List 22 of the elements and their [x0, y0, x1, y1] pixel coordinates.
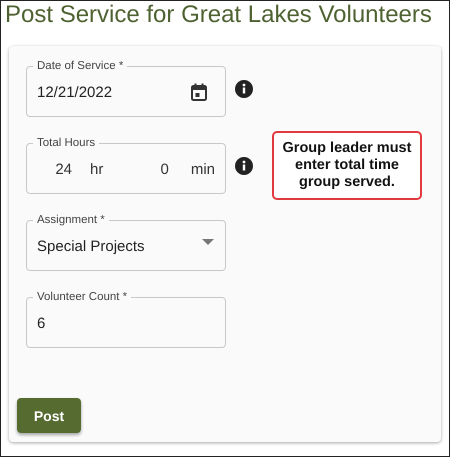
info-icon[interactable]	[235, 80, 253, 98]
field-label: Total Hours	[36, 137, 96, 149]
hours-field[interactable]: Total Hours 24 hr 0 min	[26, 137, 226, 194]
input-field[interactable]: Date of Service * 12/21/2022	[26, 60, 226, 117]
assignment-dropdown[interactable]: Assignment * Special Projects	[26, 214, 226, 271]
hours-value: 24	[55, 160, 72, 178]
unit-label: hr	[90, 160, 104, 178]
info-icon[interactable]	[235, 156, 253, 174]
page-title: Post Service for Great Lakes Volunteers	[5, 1, 433, 30]
field-label: Volunteer Count *	[36, 291, 128, 303]
dropdown-caret-icon[interactable]	[202, 239, 214, 245]
post-button[interactable]: Post	[17, 398, 81, 433]
field-value: 6	[37, 314, 46, 332]
input-field[interactable]: Volunteer Count * 6	[26, 291, 226, 348]
field-value: Special Projects	[37, 238, 145, 254]
calendar-icon[interactable]	[191, 83, 207, 101]
field-label: Date of Service *	[36, 60, 124, 72]
minutes-value: 0	[160, 160, 169, 178]
field-value: 12/21/2022	[37, 84, 112, 100]
unit-label: min	[190, 160, 215, 178]
field-label: Assignment *	[36, 214, 106, 226]
callout-note: Group leader must enter total time group served.	[272, 131, 422, 200]
